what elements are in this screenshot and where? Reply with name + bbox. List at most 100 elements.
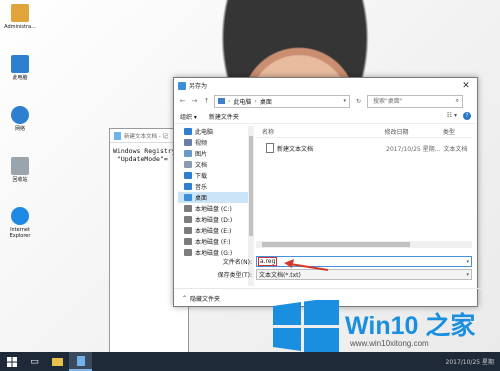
- watermark-title: Win10 之家: [345, 312, 476, 340]
- new-folder-button[interactable]: 新建文件夹: [209, 112, 239, 121]
- search-input[interactable]: [371, 96, 445, 106]
- scrollbar-thumb[interactable]: [249, 136, 253, 236]
- windows-logo-icon: [273, 300, 339, 354]
- taskbar-clock[interactable]: 2017/10/25 星期: [446, 357, 500, 366]
- help-icon[interactable]: ?: [463, 112, 471, 120]
- text-file-icon: [266, 143, 274, 153]
- address-row: ← → ↑ › 此电脑 › 桌面 ▾ ↻ ⌕: [174, 93, 477, 109]
- filename-label: 文件名(N):: [222, 259, 252, 266]
- drive-icon: [184, 216, 192, 223]
- network-icon: [11, 106, 29, 124]
- breadcrumb-this-pc[interactable]: 此电脑: [233, 97, 251, 106]
- breadcrumb-separator: ›: [228, 97, 231, 105]
- file-list: 名称 修改日期 类型 新建文本文档 2017/10/25 星期... 文本文档: [256, 126, 472, 248]
- notepad-icon: [76, 355, 85, 366]
- filename-value[interactable]: a.reg: [257, 257, 278, 266]
- column-header-type[interactable]: 类型: [443, 127, 472, 136]
- drive-icon: [184, 205, 192, 212]
- nav-item-label: 本地磁盘 (F:): [195, 239, 231, 246]
- windows-start-icon: [6, 356, 17, 367]
- search-icon: ⌕: [455, 97, 459, 104]
- file-explorer-taskbar-button[interactable]: [46, 352, 69, 371]
- drive-icon: [184, 227, 192, 234]
- annotation-arrow: [284, 259, 329, 271]
- nav-item-drive-d[interactable]: 本地磁盘 (D:): [178, 214, 248, 225]
- notepad-title: 新建文本文档 - 记: [124, 133, 168, 140]
- address-bar[interactable]: › 此电脑 › 桌面 ▾: [214, 94, 350, 108]
- drive-icon: [184, 249, 192, 256]
- nav-item-label: 本地磁盘 (C:): [195, 206, 232, 213]
- desktop-icon-label: 网络: [14, 126, 25, 132]
- view-options-button[interactable]: ☷ ▾: [447, 112, 457, 120]
- hide-folders-toggle[interactable]: 隐藏文件夹: [190, 294, 220, 303]
- dialog-titlebar[interactable]: 另存为 ✕: [174, 78, 477, 93]
- up-arrow-icon[interactable]: ↑: [202, 97, 211, 105]
- desktop-icon-network[interactable]: 网络: [3, 106, 37, 132]
- start-button[interactable]: [0, 352, 23, 371]
- computer-icon: [184, 128, 192, 135]
- video-folder-icon: [184, 139, 192, 146]
- notepad-taskbar-button[interactable]: [69, 352, 92, 371]
- forward-arrow-icon[interactable]: →: [190, 97, 199, 105]
- horizontal-scrollbar[interactable]: [256, 241, 472, 248]
- folder-icon: [52, 357, 63, 366]
- nav-item-documents[interactable]: 文档: [178, 159, 248, 170]
- nav-item-label: 图片: [195, 151, 208, 158]
- nav-item-music[interactable]: 音乐: [178, 181, 248, 192]
- search-box[interactable]: ⌕: [367, 94, 463, 108]
- desktop-icon-internet-explorer[interactable]: Internet Explorer: [3, 207, 37, 239]
- nav-item-videos[interactable]: 视频: [178, 137, 248, 148]
- filetype-label: 保存类型(T):: [217, 272, 252, 279]
- chevron-down-icon[interactable]: ▾: [466, 272, 469, 278]
- recycle-bin-icon: [11, 157, 29, 175]
- documents-folder-icon: [184, 161, 192, 168]
- desktop-icon-label: 回收站: [12, 177, 28, 183]
- nav-item-drive-e[interactable]: 本地磁盘 (E:): [178, 225, 248, 236]
- desktop-icon-this-pc[interactable]: 此电脑: [3, 55, 37, 81]
- column-headers: 名称 修改日期 类型: [256, 126, 472, 138]
- chevron-down-icon[interactable]: ▾: [466, 259, 469, 265]
- desktop-folder-icon: [184, 194, 192, 201]
- nav-item-label: 下载: [195, 173, 208, 180]
- nav-item-pictures[interactable]: 图片: [178, 148, 248, 159]
- desktop-icon-administrator[interactable]: Administra...: [3, 4, 37, 30]
- nav-item-label: 音乐: [195, 184, 208, 191]
- back-arrow-icon[interactable]: ←: [178, 97, 187, 105]
- nav-item-label: 视频: [195, 140, 208, 147]
- computer-icon: [218, 98, 225, 104]
- column-header-modified[interactable]: 修改日期: [385, 127, 443, 136]
- notepad-icon: [114, 131, 121, 140]
- task-view-button[interactable]: ▭: [23, 352, 46, 371]
- nav-item-label: 本地磁盘 (D:): [195, 217, 233, 224]
- breadcrumb-desktop[interactable]: 桌面: [260, 97, 272, 106]
- chevron-up-icon[interactable]: ⌃: [182, 295, 187, 302]
- chevron-down-icon[interactable]: ▾: [343, 98, 346, 104]
- nav-item-drive-f[interactable]: 本地磁盘 (F:): [178, 236, 248, 247]
- user-folder-icon: [11, 4, 29, 22]
- nav-item-label: 此电脑: [195, 129, 214, 136]
- file-type: 文本文档: [443, 145, 468, 153]
- desktop-icon-label: Administra...: [4, 24, 36, 30]
- scrollbar-thumb[interactable]: [262, 242, 410, 247]
- nav-item-desktop[interactable]: 桌面: [178, 192, 248, 203]
- save-as-icon: [178, 81, 186, 90]
- column-header-name[interactable]: 名称: [256, 127, 385, 136]
- desktop-icon-recycle-bin[interactable]: 回收站: [3, 157, 37, 183]
- nav-item-this-pc[interactable]: 此电脑: [178, 126, 248, 137]
- nav-item-drive-c[interactable]: 本地磁盘 (C:): [178, 203, 248, 214]
- organize-menu-button[interactable]: 组织 ▾: [180, 112, 197, 121]
- file-row[interactable]: 新建文本文档 2017/10/25 星期... 文本文档: [256, 142, 472, 154]
- nav-item-downloads[interactable]: 下载: [178, 170, 248, 181]
- close-button[interactable]: ✕: [455, 81, 477, 91]
- dialog-toolbar: 组织 ▾ 新建文件夹 ☷ ▾ ?: [174, 109, 477, 124]
- taskbar: ▭ 2017/10/25 星期: [0, 352, 500, 371]
- ie-icon: [11, 207, 29, 225]
- watermark-url: www.win10xitong.com: [350, 339, 429, 348]
- computer-icon: [11, 55, 29, 73]
- music-icon: [184, 183, 192, 190]
- pictures-folder-icon: [184, 150, 192, 157]
- refresh-icon[interactable]: ↻: [353, 98, 364, 105]
- breadcrumb-separator: ›: [254, 97, 257, 105]
- task-view-icon: ▭: [30, 356, 39, 367]
- nav-item-label: 本地磁盘 (E:): [195, 228, 232, 235]
